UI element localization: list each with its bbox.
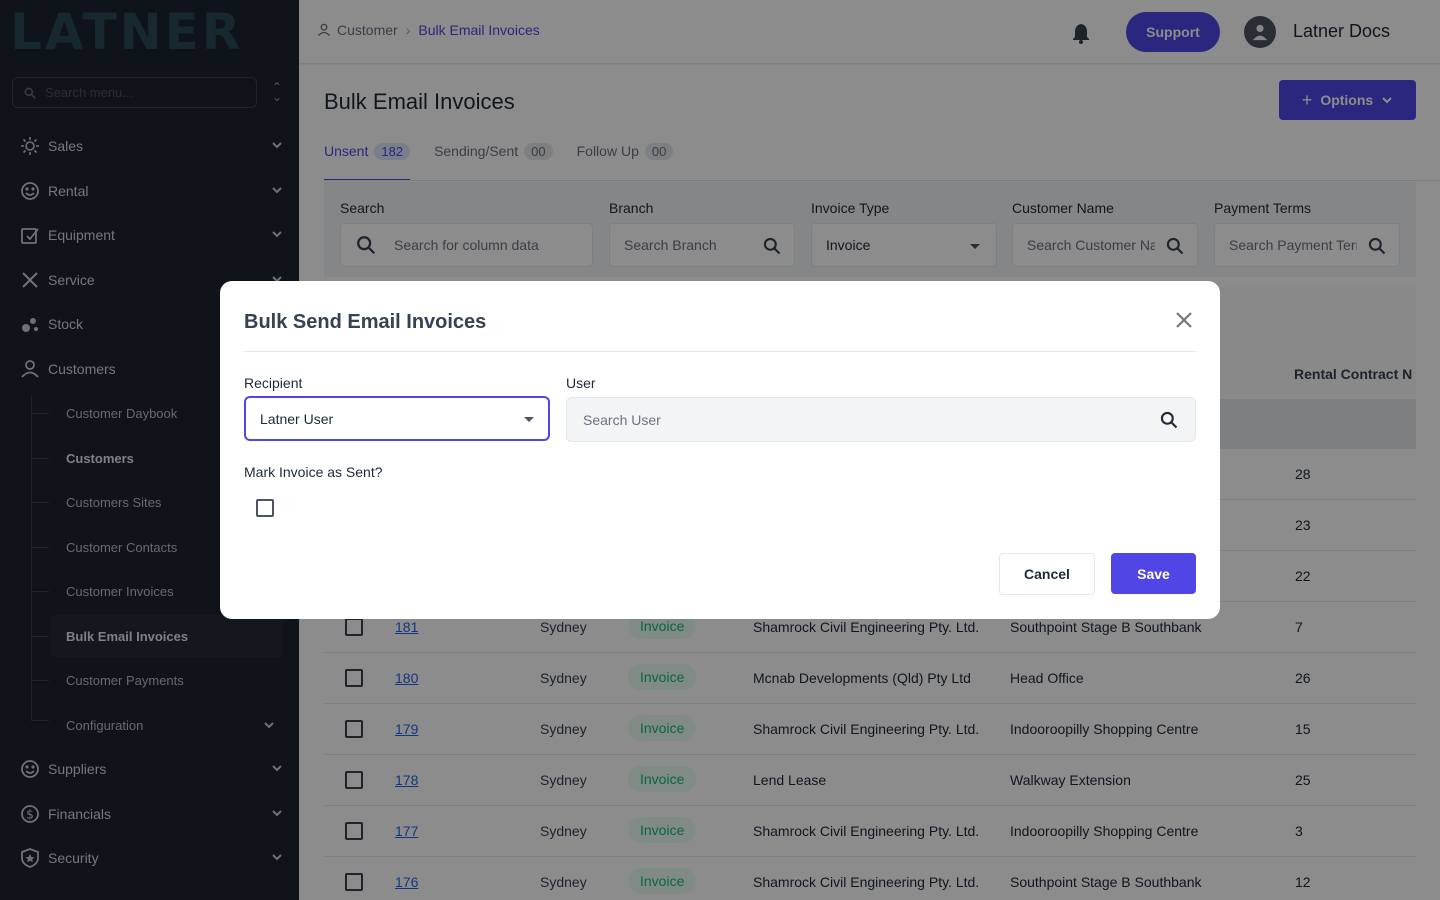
recipient-value: Latner User (260, 410, 334, 427)
user-search-input[interactable]: Search User (566, 397, 1196, 442)
recipient-label: Recipient (244, 375, 303, 391)
search-icon (1160, 411, 1178, 429)
modal-title: Bulk Send Email Invoices (244, 311, 487, 333)
mark-sent-label: Mark Invoice as Sent? (244, 464, 383, 480)
user-search-placeholder: Search User (583, 411, 661, 428)
modal-divider (244, 351, 1196, 352)
save-button[interactable]: Save (1111, 553, 1196, 594)
close-icon[interactable] (1175, 311, 1193, 329)
mark-sent-checkbox[interactable] (256, 499, 274, 517)
user-label: User (566, 375, 596, 391)
cancel-button[interactable]: Cancel (999, 553, 1095, 595)
caret-down-icon (524, 417, 534, 422)
bulk-send-modal: Bulk Send Email Invoices Recipient Latne… (220, 281, 1220, 619)
recipient-select[interactable]: Latner User (244, 396, 550, 441)
